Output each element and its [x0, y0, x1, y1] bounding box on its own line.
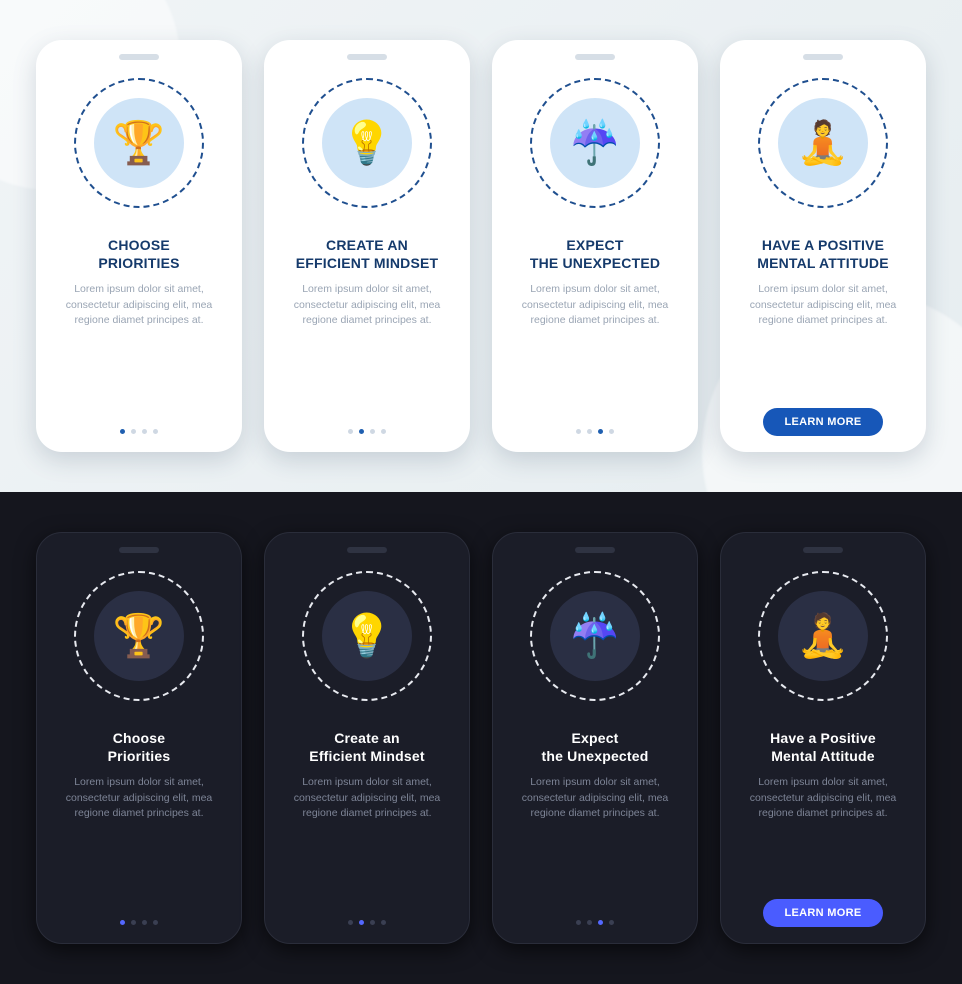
illustration-circle: 🧘: [758, 571, 888, 701]
page-dot[interactable]: [348, 429, 353, 434]
screen-title: Have a Positive Mental Attitude: [770, 729, 876, 765]
attitude-icon: 🧘: [797, 615, 849, 657]
screen-description: Lorem ipsum dolor sit amet, consectetur …: [278, 282, 456, 328]
page-dot[interactable]: [598, 920, 603, 925]
page-dot[interactable]: [609, 429, 614, 434]
onboarding-phone: 🏆 Choose Priorities Lorem ipsum dolor sit …: [36, 532, 242, 944]
illustration-circle: 💡: [302, 571, 432, 701]
screen-title: Choose Priorities: [108, 729, 171, 765]
page-dot[interactable]: [153, 920, 158, 925]
page-dot[interactable]: [120, 920, 125, 925]
screen-description: Lorem ipsum dolor sit amet, consectetur …: [279, 775, 455, 821]
illustration-circle: ☔: [530, 78, 660, 208]
illustration: ☔: [520, 68, 670, 218]
page-dot[interactable]: [609, 920, 614, 925]
screen-title: HAVE A POSITIVE MENTAL ATTITUDE: [757, 236, 889, 272]
illustration: 🏆: [64, 561, 214, 711]
onboarding-phone: 🏆 CHOOSE PRIORITIES Lorem ipsum dolor sit …: [36, 40, 242, 452]
page-dot[interactable]: [587, 920, 592, 925]
screen-description: Lorem ipsum dolor sit amet, consectetur …: [51, 775, 227, 821]
phone-notch: [119, 547, 159, 553]
illustration-circle: 💡: [302, 78, 432, 208]
page-dot[interactable]: [576, 429, 581, 434]
priorities-icon: 🏆: [113, 122, 165, 164]
page-dot[interactable]: [587, 429, 592, 434]
illustration: 🧘: [748, 68, 898, 218]
unexpected-icon: ☔: [569, 122, 621, 164]
page-dot[interactable]: [370, 429, 375, 434]
light-theme-section: 🏆 CHOOSE PRIORITIES Lorem ipsum dolor sit …: [0, 0, 962, 492]
screen-title: Expect the Unexpected: [541, 729, 648, 765]
page-dot[interactable]: [381, 920, 386, 925]
illustration: 🏆: [64, 68, 214, 218]
page-dot[interactable]: [370, 920, 375, 925]
screen-description: Lorem ipsum dolor sit amet, consectetur …: [50, 282, 228, 328]
page-indicator: [576, 429, 614, 436]
illustration-circle: ☔: [530, 571, 660, 701]
page-indicator: [348, 429, 386, 436]
learn-more-button[interactable]: LEARN MORE: [763, 899, 884, 927]
page-dot[interactable]: [142, 429, 147, 434]
onboarding-phone: 💡 Create an Efficient Mindset Lorem ipsum …: [264, 532, 470, 944]
page-dot[interactable]: [142, 920, 147, 925]
priorities-icon: 🏆: [113, 615, 165, 657]
illustration-circle: 🏆: [74, 571, 204, 701]
onboarding-phone: ☔ EXPECT THE UNEXPECTED Lorem ipsum dolor …: [492, 40, 698, 452]
mindset-icon: 💡: [341, 615, 393, 657]
attitude-icon: 🧘: [797, 122, 849, 164]
phone-notch: [347, 54, 387, 60]
screen-title: EXPECT THE UNEXPECTED: [530, 236, 660, 272]
onboarding-phone: 🧘 Have a Positive Mental Attitude Lorem ip…: [720, 532, 926, 944]
page-dot[interactable]: [598, 429, 603, 434]
page-indicator: [348, 920, 386, 927]
page-dot[interactable]: [131, 920, 136, 925]
onboarding-phone: 🧘 HAVE A POSITIVE MENTAL ATTITUDE Lorem ip…: [720, 40, 926, 452]
phone-notch: [347, 547, 387, 553]
page-dot[interactable]: [381, 429, 386, 434]
page-dot[interactable]: [131, 429, 136, 434]
phone-notch: [575, 547, 615, 553]
illustration-circle: 🧘: [758, 78, 888, 208]
dark-theme-section: 🏆 Choose Priorities Lorem ipsum dolor sit …: [0, 492, 962, 984]
phone-notch: [575, 54, 615, 60]
illustration: 💡: [292, 68, 442, 218]
illustration: ☔: [520, 561, 670, 711]
phone-notch: [119, 54, 159, 60]
illustration: 💡: [292, 561, 442, 711]
learn-more-button[interactable]: LEARN MORE: [763, 408, 884, 436]
screen-description: Lorem ipsum dolor sit amet, consectetur …: [735, 775, 911, 821]
page-dot[interactable]: [359, 429, 364, 434]
page-indicator: [120, 920, 158, 927]
page-dot[interactable]: [359, 920, 364, 925]
page-dot[interactable]: [348, 920, 353, 925]
illustration-circle: 🏆: [74, 78, 204, 208]
mindset-icon: 💡: [341, 122, 393, 164]
page-dot[interactable]: [120, 429, 125, 434]
screen-title: Create an Efficient Mindset: [309, 729, 424, 765]
onboarding-phone: 💡 CREATE AN EFFICIENT MINDSET Lorem ipsum …: [264, 40, 470, 452]
unexpected-icon: ☔: [569, 615, 621, 657]
illustration: 🧘: [748, 561, 898, 711]
page-dot[interactable]: [576, 920, 581, 925]
page-dot[interactable]: [153, 429, 158, 434]
page-indicator: [576, 920, 614, 927]
phone-notch: [803, 54, 843, 60]
screen-description: Lorem ipsum dolor sit amet, consectetur …: [734, 282, 912, 328]
page-indicator: [120, 429, 158, 436]
screen-description: Lorem ipsum dolor sit amet, consectetur …: [506, 282, 684, 328]
screen-title: CREATE AN EFFICIENT MINDSET: [296, 236, 439, 272]
phone-notch: [803, 547, 843, 553]
onboarding-phone: ☔ Expect the Unexpected Lorem ipsum dolor …: [492, 532, 698, 944]
screen-title: CHOOSE PRIORITIES: [98, 236, 179, 272]
screen-description: Lorem ipsum dolor sit amet, consectetur …: [507, 775, 683, 821]
